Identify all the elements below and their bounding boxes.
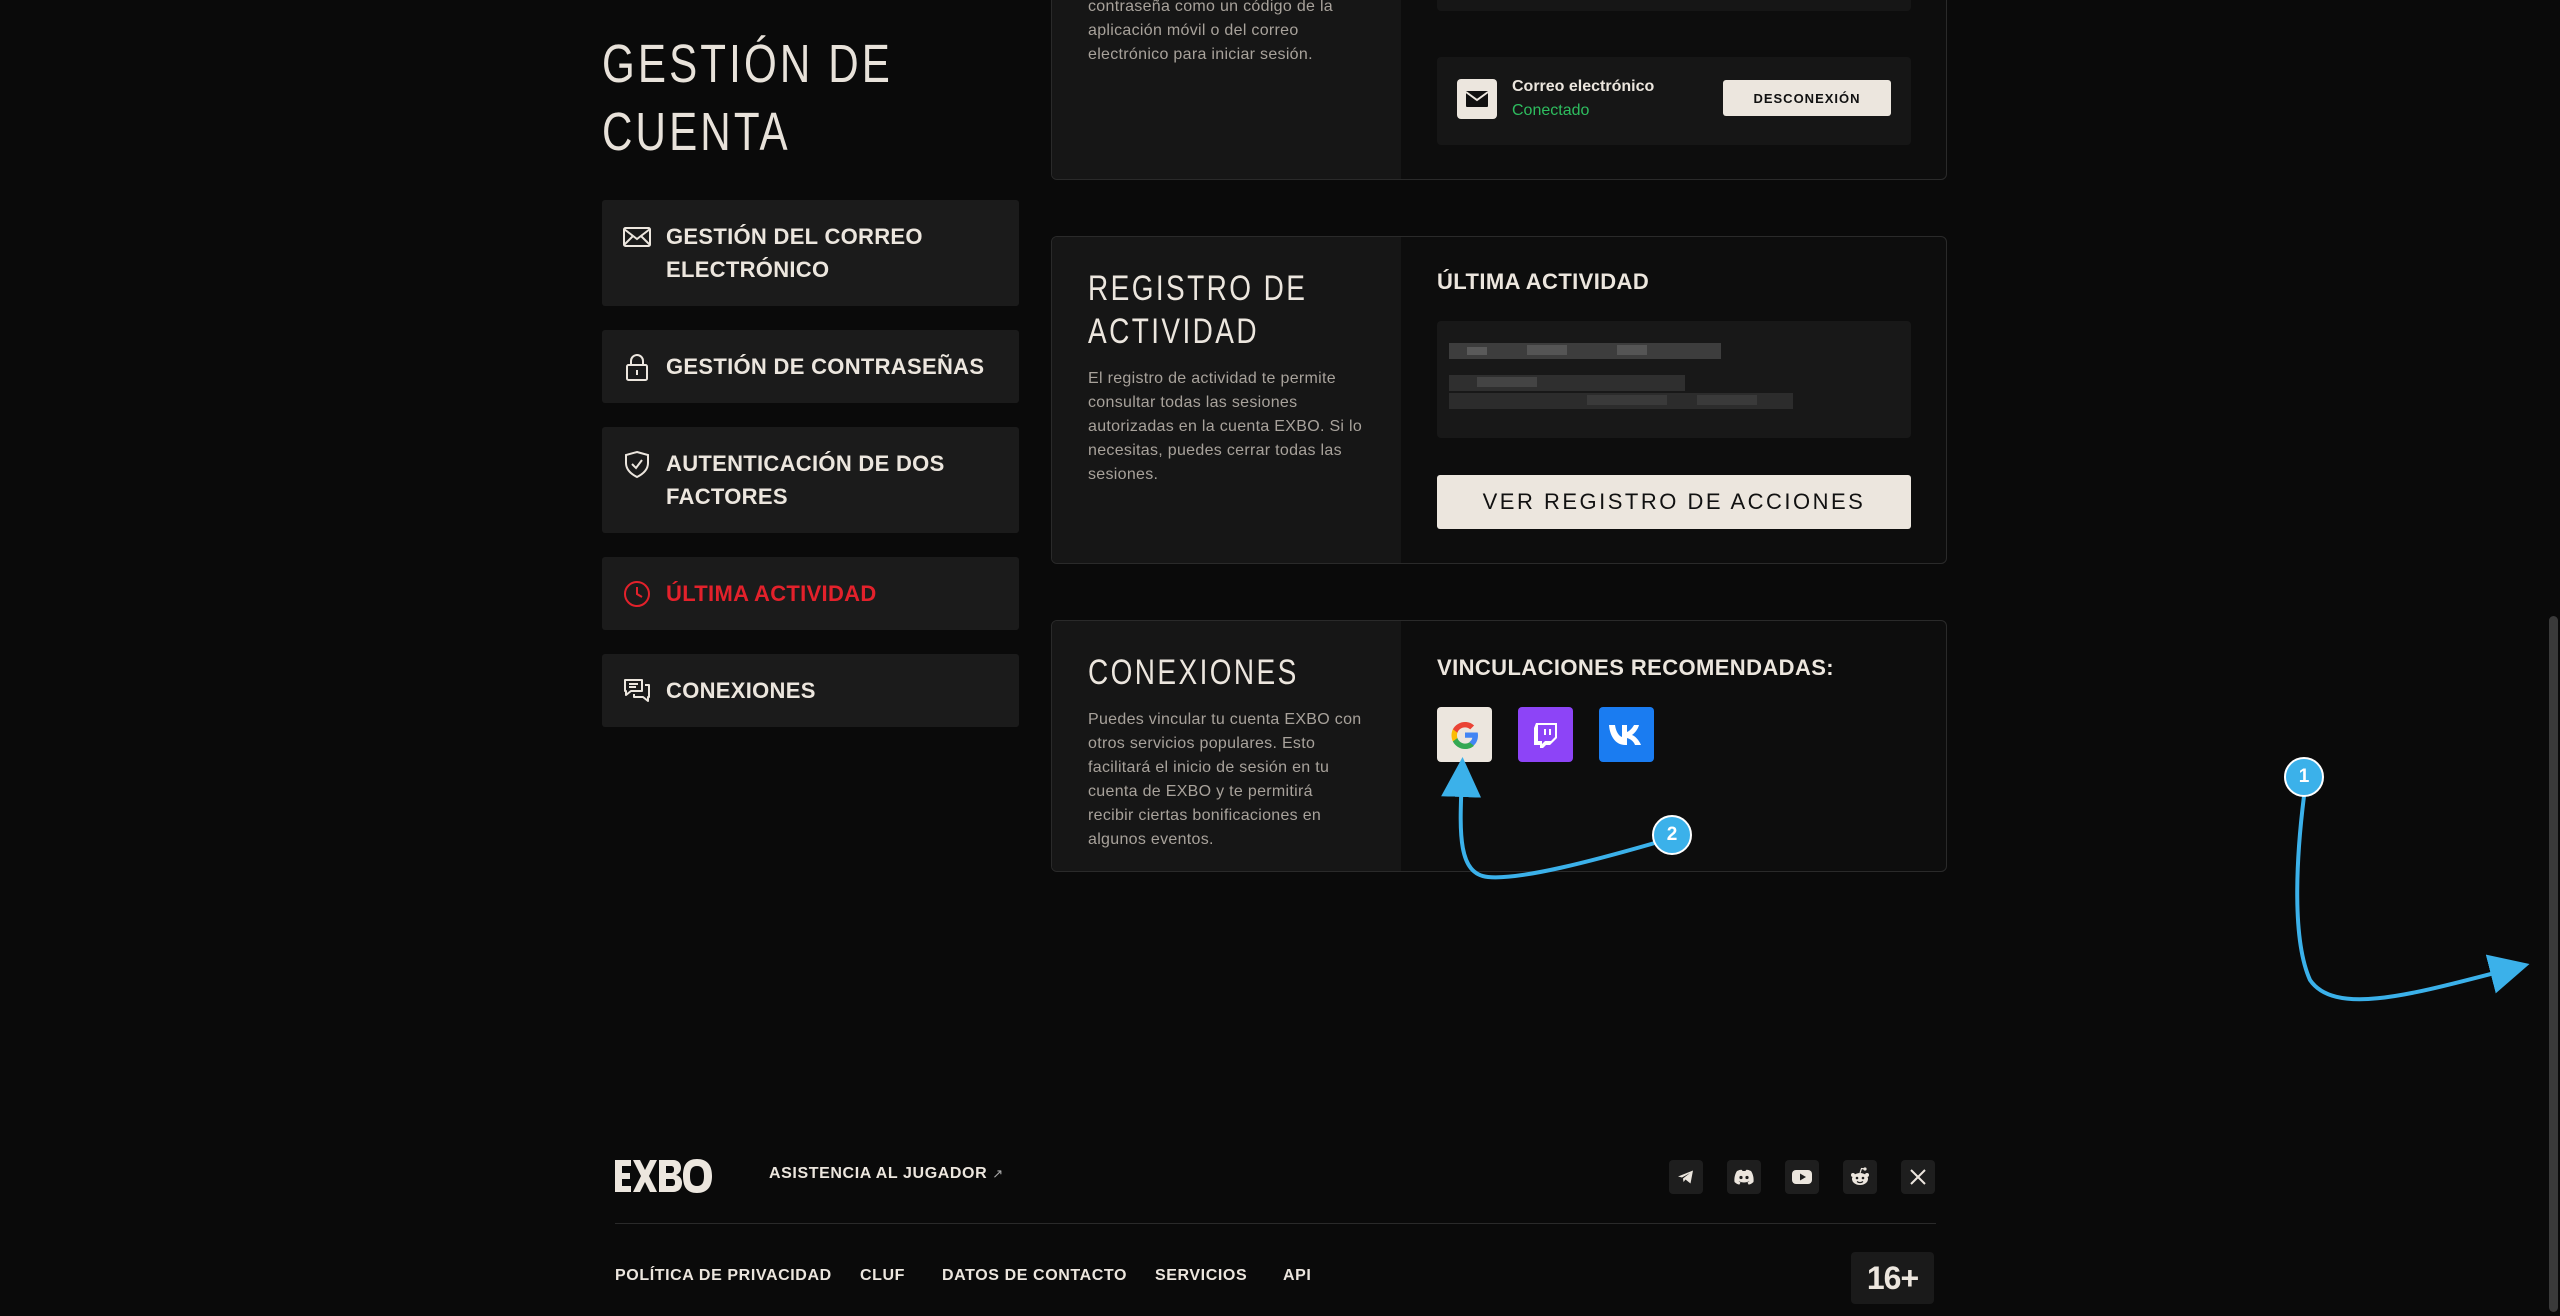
annotation-arrows (1441, 757, 2530, 1002)
youtube-icon (1792, 1170, 1812, 1184)
reddit-link[interactable] (1843, 1160, 1877, 1194)
telegram-icon (1678, 1170, 1693, 1184)
privacy-policy-link[interactable]: POLÍTICA DE PRIVACIDAD (615, 1267, 832, 1285)
telegram-link[interactable] (1669, 1160, 1703, 1194)
annotation-marker-1: 1 (2284, 757, 2324, 797)
player-support-link[interactable]: ASISTENCIA AL JUGADOR ↗ (769, 1165, 1004, 1183)
youtube-link[interactable] (1785, 1160, 1819, 1194)
annotation-arrow-2 (1441, 757, 1673, 880)
annotation-marker-2: 2 (1652, 815, 1692, 855)
discord-link[interactable] (1727, 1160, 1761, 1194)
x-icon (1910, 1169, 1926, 1185)
external-link-icon: ↗ (992, 1166, 1004, 1181)
contact-data-link[interactable]: DATOS DE CONTACTO (942, 1267, 1127, 1285)
annotation-arrow-1 (2295, 795, 2530, 1002)
scrollbar-thumb[interactable] (2549, 616, 2558, 1312)
exbo-logo (615, 1159, 712, 1193)
api-link[interactable]: API (1283, 1267, 1311, 1285)
age-rating-badge: 16+ (1851, 1252, 1934, 1304)
player-support-label: ASISTENCIA AL JUGADOR (769, 1165, 988, 1182)
footer-divider (615, 1223, 1936, 1224)
x-link[interactable] (1901, 1160, 1935, 1194)
services-link[interactable]: SERVICIOS (1155, 1267, 1247, 1285)
reddit-icon (1851, 1167, 1869, 1185)
discord-icon (1734, 1169, 1754, 1185)
eula-link[interactable]: CLUF (860, 1267, 905, 1285)
